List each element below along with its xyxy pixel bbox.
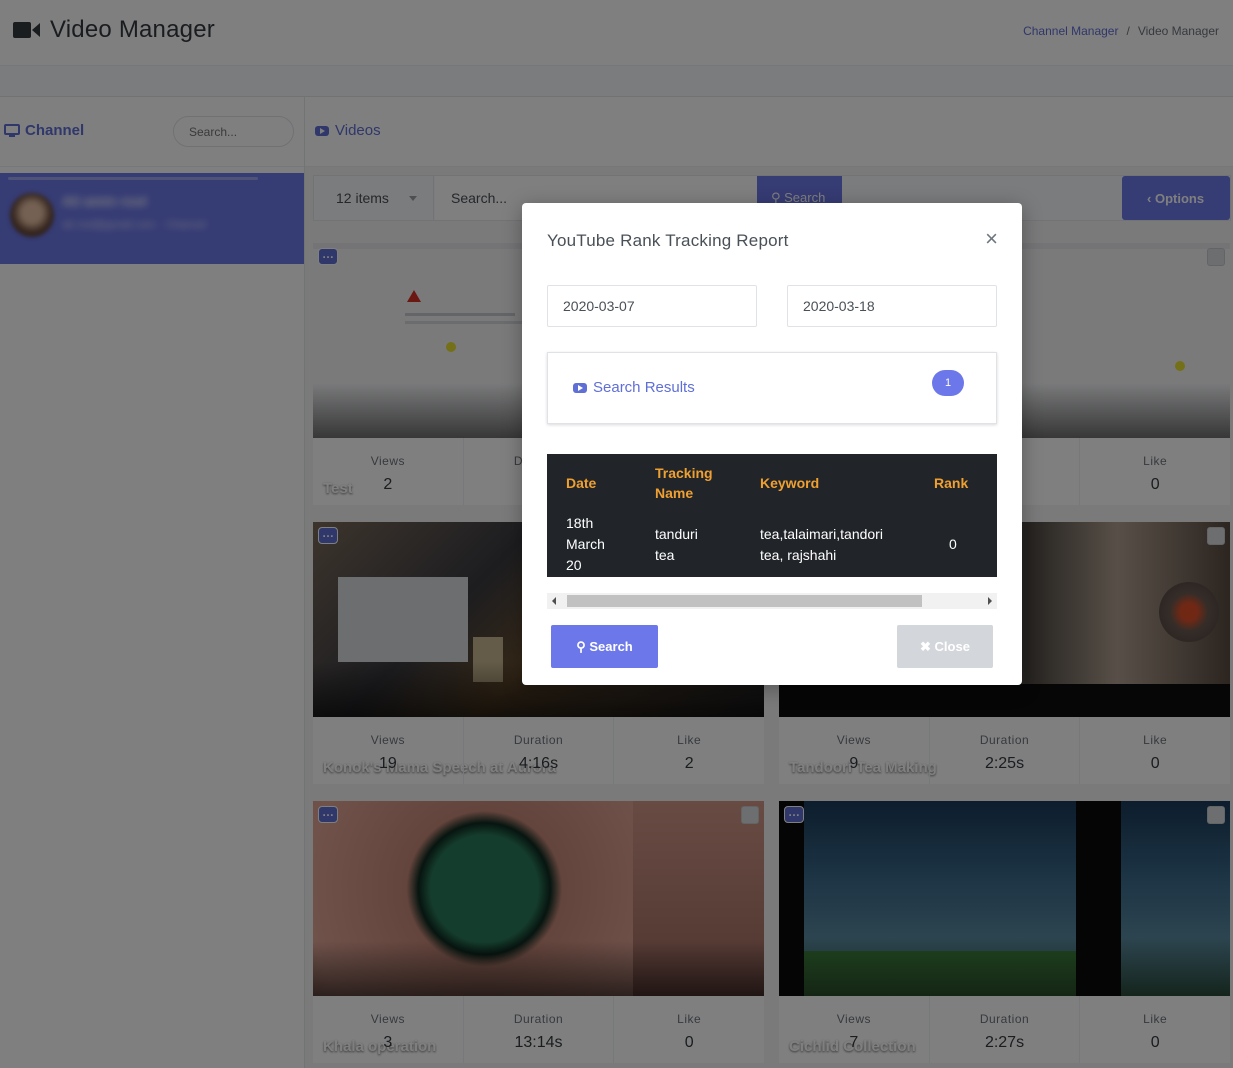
modal-search-button-label: Search <box>589 638 633 654</box>
close-icon[interactable]: × <box>985 228 998 250</box>
column-header-tracking-name: Tracking Name <box>655 454 760 512</box>
scroll-right-arrow-icon[interactable] <box>988 597 992 605</box>
cell-tracking-name: tanduri tea <box>655 512 760 577</box>
cell-keyword-text: tea,talaimari,tandori tea, rajshahi <box>760 525 883 563</box>
column-header-keyword: Keyword <box>760 475 820 491</box>
youtube-icon <box>573 382 587 393</box>
cell-date: 18th March 20 <box>547 512 655 577</box>
start-date-input[interactable] <box>547 285 757 327</box>
search-icon: ⚲ <box>576 638 590 654</box>
table-header-row: Date Tracking Name Keyword Rank <box>547 454 997 512</box>
column-header-rank: Rank <box>934 475 969 491</box>
scroll-left-arrow-icon[interactable] <box>552 597 556 605</box>
modal-search-button[interactable]: ⚲ Search <box>551 625 658 668</box>
horizontal-scrollbar[interactable] <box>547 593 997 609</box>
column-header-tracking-name-text: Tracking Name <box>655 465 713 501</box>
cell-keyword: tea,talaimari,tandori tea, rajshahi <box>760 512 934 577</box>
cell-tracking-name-text: tanduri tea <box>655 525 698 563</box>
search-results-label-text: Search Results <box>593 379 695 396</box>
end-date-input[interactable] <box>787 285 997 327</box>
rank-tracking-modal: YouTube Rank Tracking Report × Search Re… <box>522 203 1022 685</box>
modal-close-button[interactable]: ✖ Close <box>897 625 993 668</box>
search-results-panel[interactable]: Search Results 1 <box>547 352 997 424</box>
cell-rank: 0 <box>949 536 957 552</box>
modal-title: YouTube Rank Tracking Report <box>547 231 789 250</box>
results-count-badge: 1 <box>932 370 964 396</box>
search-results-label: Search Results <box>573 379 695 396</box>
scrollbar-thumb[interactable] <box>567 595 922 607</box>
tracking-table: Date Tracking Name Keyword Rank 18th Mar… <box>547 454 997 577</box>
table-row: 18th March 20 tanduri tea tea,talaimari,… <box>547 512 997 577</box>
close-x-icon: ✖ <box>920 638 935 654</box>
column-header-date: Date <box>566 475 597 491</box>
modal-close-button-label: Close <box>934 638 970 654</box>
cell-date-text: 18th March 20 <box>566 515 605 573</box>
